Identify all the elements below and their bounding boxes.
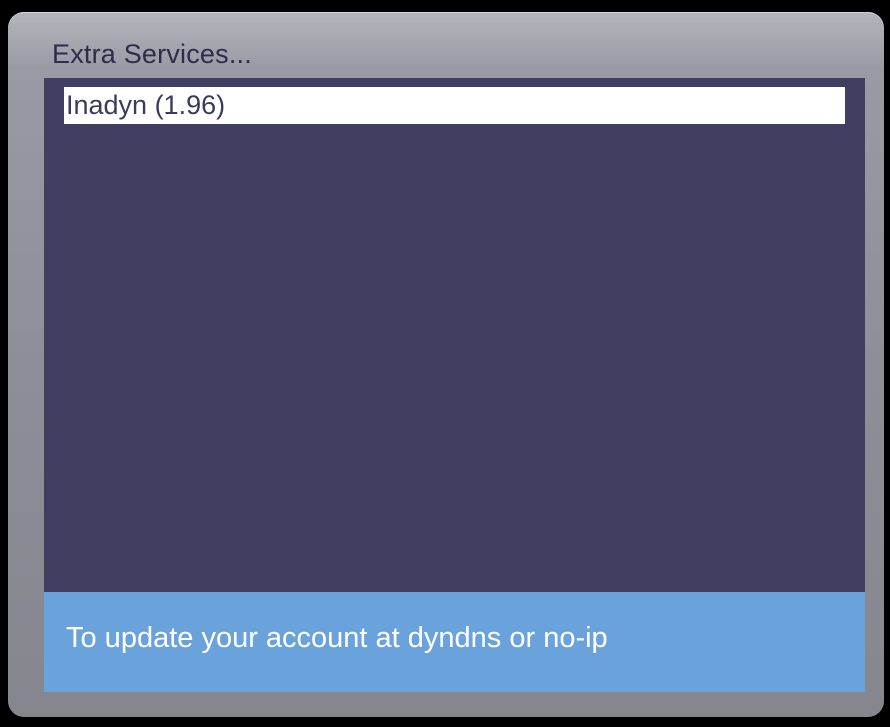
list-item-inadyn[interactable]: Inadyn (1.96) bbox=[64, 87, 845, 124]
description-panel: To update your account at dyndns or no-i… bbox=[44, 592, 865, 692]
extra-services-window: Extra Services... Inadyn (1.96) To updat… bbox=[8, 12, 884, 717]
description-text: To update your account at dyndns or no-i… bbox=[66, 622, 608, 654]
window-title: Extra Services... bbox=[52, 39, 252, 69]
service-list: Inadyn (1.96) bbox=[44, 78, 865, 592]
